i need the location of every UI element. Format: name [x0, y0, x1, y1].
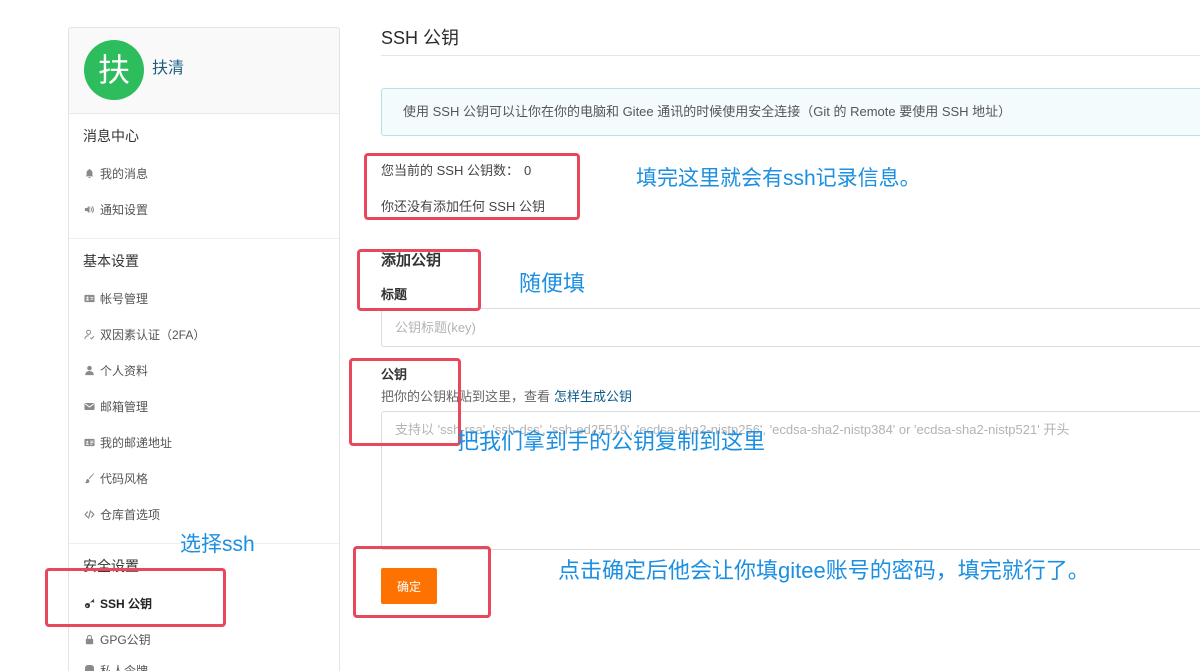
section-title: 消息中心 — [83, 128, 139, 144]
key-count-line: 您当前的 SSH 公钥数： 0 — [381, 161, 531, 181]
section-basic-settings: 基本设置 帐号管理 双因素认证（2FA） 个人资料 邮箱管理 我的邮递地址 代码… — [69, 239, 339, 544]
add-key-heading: 添加公钥 — [381, 252, 442, 269]
ssh-info-alert: 使用 SSH 公钥可以让你在你的电脑和 Gitee 通讯的时候使用安全连接（Gi… — [381, 88, 1200, 136]
sidebar-item-label: 通知设置 — [100, 202, 149, 217]
key-field-hint: 把你的公钥粘贴到这里，查看 怎样生成公钥 — [381, 387, 632, 407]
sidebar-item-private-tokens[interactable]: 私人令牌 — [69, 657, 339, 671]
key-count-label: 您当前的 SSH 公钥数： — [381, 163, 519, 178]
sidebar-item-label: 帐号管理 — [100, 291, 149, 306]
user-icon — [84, 365, 95, 376]
sidebar-item-label: 我的邮递地址 — [100, 435, 173, 450]
key-field-label: 公钥 — [381, 367, 408, 382]
confirm-button[interactable]: 确定 — [381, 568, 437, 604]
bell-icon — [84, 168, 95, 179]
sidebar-item-label: 邮箱管理 — [100, 399, 149, 414]
sidebar-item-label: 我的消息 — [100, 166, 149, 181]
section-messages: 消息中心 我的消息 通知设置 — [69, 114, 339, 239]
annotation-note-key-field: 把我们拿到手的公钥复制到这里 — [457, 429, 766, 454]
sidebar-item-label: 私人令牌 — [100, 664, 149, 671]
address-card-icon — [84, 437, 95, 448]
sidebar-item-profile[interactable]: 个人资料 — [69, 352, 339, 388]
sidebar-item-email[interactable]: 邮箱管理 — [69, 388, 339, 424]
sidebar-item-code-style[interactable]: 代码风格 — [69, 460, 339, 496]
section-title: 基本设置 — [83, 253, 139, 269]
sidebar-item-address[interactable]: 我的邮递地址 — [69, 424, 339, 460]
sidebar-item-ssh-keys[interactable]: SSH 公钥 — [69, 585, 339, 621]
sidebar-item-account[interactable]: 帐号管理 — [69, 280, 339, 316]
code-icon — [84, 509, 95, 520]
sidebar-item-2fa[interactable]: 双因素认证（2FA） — [69, 316, 339, 352]
lock-icon — [84, 634, 95, 645]
key-hint-text: 把你的公钥粘贴到这里，查看 — [381, 389, 551, 404]
id-card-icon — [84, 293, 95, 304]
sidebar-item-gpg-keys[interactable]: GPG公钥 — [69, 621, 339, 657]
sidebar-item-label: 仓库首选项 — [100, 507, 161, 522]
sidebar-item-my-messages[interactable]: 我的消息 — [69, 155, 339, 191]
sidebar-item-label: GPG公钥 — [100, 632, 151, 647]
sidebar-item-label: 双因素认证（2FA） — [100, 327, 206, 342]
sidebar-item-repo-preferences[interactable]: 仓库首选项 — [69, 496, 339, 532]
annotation-note-confirm: 点击确定后他会让你填gitee账号的密码，填完就行了。 — [558, 558, 1090, 583]
token-icon — [85, 665, 94, 671]
key-icon — [84, 598, 95, 609]
volume-icon — [84, 204, 95, 215]
page-title: SSH 公钥 — [381, 26, 1200, 56]
sidebar-item-label: 代码风格 — [100, 471, 149, 486]
profile-name[interactable]: 扶清 — [152, 57, 184, 81]
key-count-value: 0 — [523, 163, 532, 178]
envelope-icon — [84, 401, 95, 412]
sidebar-item-label: 个人资料 — [100, 363, 149, 378]
brush-icon — [84, 472, 95, 484]
how-to-generate-key-link[interactable]: 怎样生成公钥 — [554, 389, 632, 404]
settings-sidebar: 扶 扶清 消息中心 我的消息 通知设置 基本设置 帐号管理 双因素认证（2FA）… — [68, 27, 340, 671]
avatar[interactable]: 扶 — [84, 40, 144, 100]
empty-keys-text: 你还没有添加任何 SSH 公钥 — [381, 199, 545, 214]
annotation-note-key-count: 填完这里就会有ssh记录信息。 — [636, 167, 921, 190]
profile-card: 扶 扶清 — [69, 28, 339, 114]
sidebar-item-label: SSH 公钥 — [100, 596, 153, 611]
user-check-icon — [84, 329, 95, 340]
key-title-input[interactable] — [381, 308, 1200, 347]
section-security-settings: 安全设置 SSH 公钥 GPG公钥 私人令牌 — [69, 544, 339, 671]
annotation-note-sidebar: 选择ssh — [180, 533, 255, 556]
title-field-label: 标题 — [381, 287, 408, 302]
sidebar-item-notification-settings[interactable]: 通知设置 — [69, 191, 339, 227]
annotation-note-title-field: 随便填 — [519, 271, 586, 296]
